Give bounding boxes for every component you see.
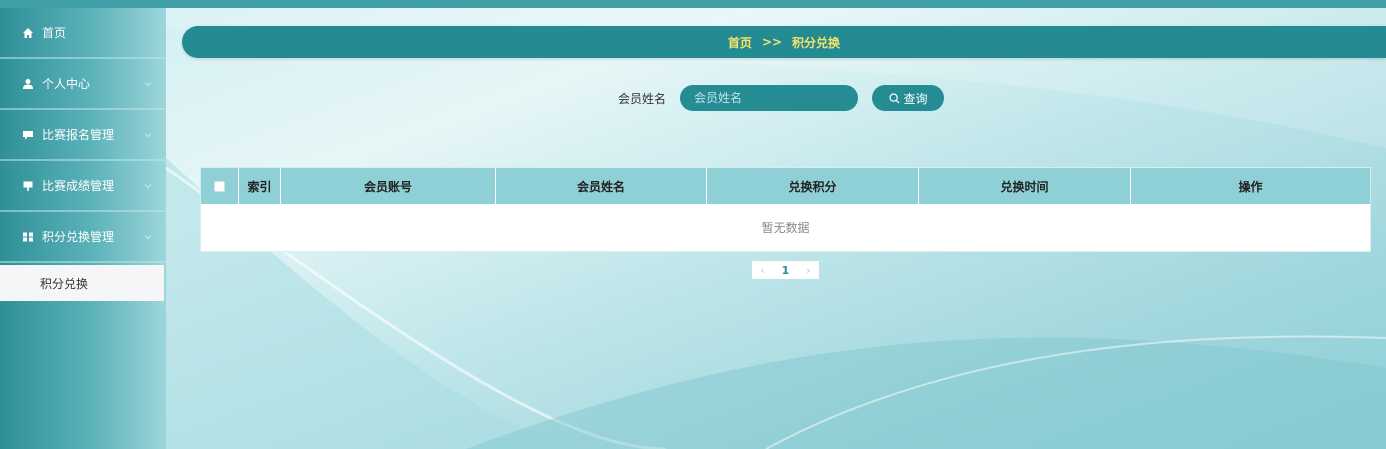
home-icon	[22, 27, 34, 39]
empty-text: 暂无数据	[761, 221, 810, 235]
grid-icon	[22, 231, 34, 243]
sidebar-item-registration[interactable]: 比赛报名管理	[0, 110, 166, 161]
submenu-item-label: 积分兑换	[40, 276, 89, 291]
select-all-checkbox[interactable]	[214, 180, 225, 192]
sidebar-item-label: 比赛成绩管理	[42, 179, 115, 193]
column-header-points: 兑换积分	[707, 168, 919, 204]
sidebar-item-points-exchange[interactable]: 积分兑换管理	[0, 212, 166, 263]
search-input[interactable]	[680, 85, 859, 111]
chevron-down-icon	[144, 81, 152, 86]
signboard-icon	[22, 180, 34, 192]
comment-icon	[22, 129, 34, 141]
sidebar-item-home[interactable]: 首页	[0, 8, 166, 59]
breadcrumb: 首页 >> 积分兑换	[182, 26, 1386, 58]
sidebar-item-label: 个人中心	[42, 77, 91, 91]
sidebar-item-personal-center[interactable]: 个人中心	[0, 59, 166, 110]
chevron-down-icon	[144, 132, 152, 137]
column-header-exchange-time: 兑换时间	[919, 168, 1131, 204]
column-header-actions: 操作	[1238, 179, 1263, 194]
table-header: 索引 会员账号 会员姓名 兑换积分 兑换时间 操作	[201, 168, 1370, 204]
breadcrumb-separator: >>	[761, 35, 783, 49]
select-all-cell	[201, 168, 239, 204]
data-table: 索引 会员账号 会员姓名 兑换积分 兑换时间 操作 暂无数据	[200, 167, 1371, 252]
user-icon	[22, 78, 34, 90]
sidebar-item-label: 比赛报名管理	[42, 128, 115, 142]
search-bar: 会员姓名 查询	[600, 85, 945, 111]
submenu-item-points-exchange[interactable]: 积分兑换	[0, 265, 164, 301]
next-page-button[interactable]: ›	[806, 264, 810, 277]
search-button[interactable]: 查询	[872, 85, 945, 111]
search-button-label: 查询	[903, 91, 928, 106]
page-number-button[interactable]: 1	[782, 264, 790, 277]
sidebar-item-label: 首页	[42, 26, 67, 40]
table-empty-row: 暂无数据	[201, 204, 1370, 251]
sidebar: 首页 个人中心 比赛报名管理 比赛成绩管理 积分兑换管理 积分兑换	[0, 8, 166, 449]
search-icon	[888, 92, 900, 104]
breadcrumb-current: 积分兑换	[792, 35, 841, 50]
pagination: ‹ 1 ›	[752, 261, 819, 279]
sidebar-item-scores[interactable]: 比赛成绩管理	[0, 161, 166, 212]
search-label: 会员姓名	[618, 91, 667, 106]
breadcrumb-home-link[interactable]: 首页	[728, 34, 752, 51]
prev-page-button[interactable]: ‹	[760, 264, 764, 277]
column-header-member-account: 会员账号	[281, 168, 496, 204]
chevron-down-icon	[144, 234, 152, 239]
chevron-down-icon	[144, 183, 152, 188]
column-header-member-name: 会员姓名	[496, 168, 707, 204]
sidebar-item-label: 积分兑换管理	[42, 230, 115, 244]
column-header-index: 索引	[239, 168, 281, 204]
